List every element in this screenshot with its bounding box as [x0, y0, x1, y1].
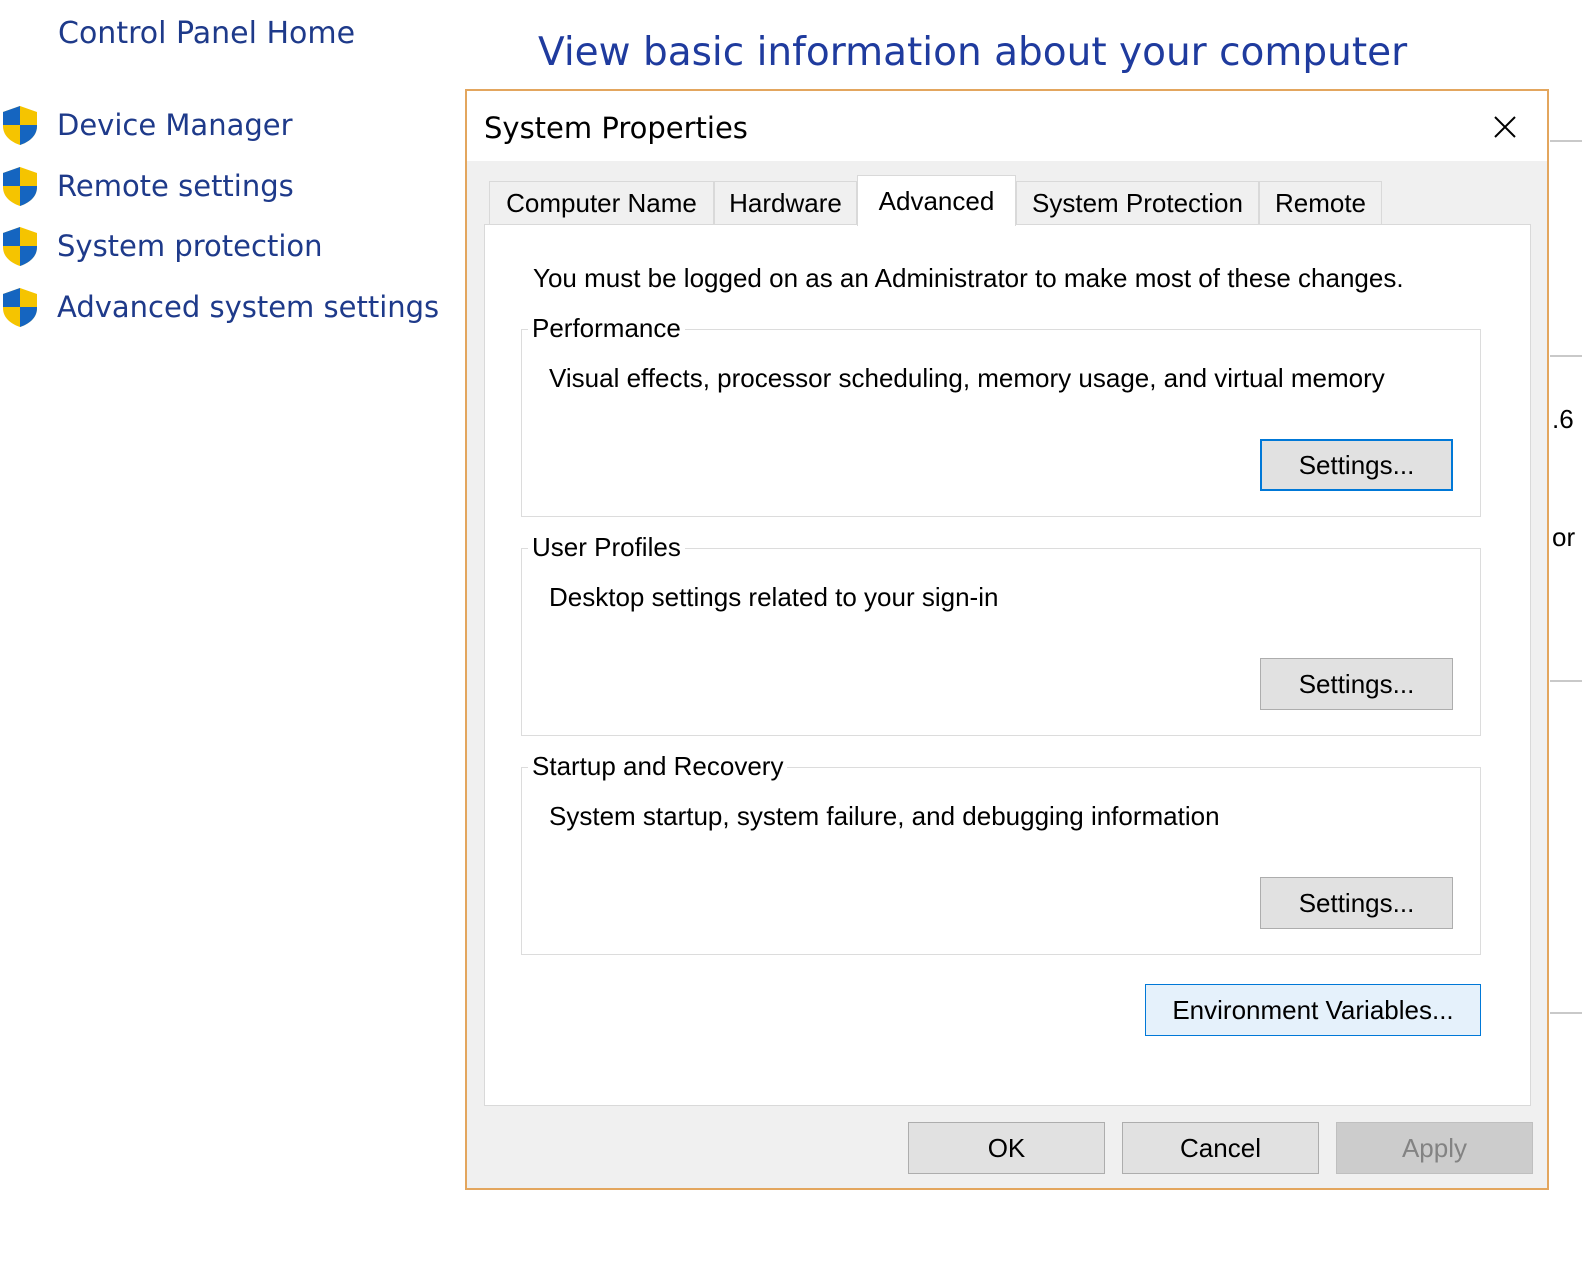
startup-recovery-settings-button[interactable]: Settings... — [1260, 877, 1453, 929]
admin-note: You must be logged on as an Administrato… — [533, 263, 1404, 293]
sidebar-item-advanced-system-settings[interactable]: Advanced system settings — [0, 285, 439, 329]
startup-recovery-group: Startup and Recovery System startup, sys… — [521, 751, 1481, 955]
tab-system-protection[interactable]: System Protection — [1016, 181, 1259, 225]
background-divider — [1550, 680, 1582, 682]
sidebar-item-system-protection[interactable]: System protection — [0, 224, 323, 268]
cancel-button[interactable]: Cancel — [1122, 1122, 1319, 1174]
background-divider — [1550, 355, 1582, 357]
background-divider — [1550, 1012, 1582, 1014]
performance-settings-button[interactable]: Settings... — [1260, 439, 1453, 491]
background-text-fragment: or — [1552, 522, 1576, 552]
tab-hardware[interactable]: Hardware — [714, 181, 857, 225]
sidebar-item-remote-settings[interactable]: Remote settings — [0, 164, 294, 208]
user-profiles-settings-button[interactable]: Settings... — [1260, 658, 1453, 710]
advanced-tab-panel: You must be logged on as an Administrato… — [484, 224, 1531, 1106]
ok-button[interactable]: OK — [908, 1122, 1105, 1174]
tab-advanced[interactable]: Advanced — [857, 175, 1016, 226]
sidebar-item-label: System protection — [57, 229, 323, 263]
performance-group: Performance Visual effects, processor sc… — [521, 313, 1481, 517]
tab-computer-name[interactable]: Computer Name — [489, 181, 714, 225]
uac-shield-icon — [3, 106, 37, 145]
tab-remote[interactable]: Remote — [1259, 181, 1382, 225]
background-divider — [1550, 140, 1582, 142]
close-icon — [1494, 116, 1516, 138]
user-profiles-group: User Profiles Desktop settings related t… — [521, 532, 1481, 736]
sidebar-item-label: Remote settings — [57, 169, 294, 203]
group-label: Performance — [528, 313, 685, 344]
group-description: Desktop settings related to your sign-in — [549, 582, 999, 612]
group-label: User Profiles — [528, 532, 685, 563]
background-text-fragment: .6 — [1552, 404, 1574, 434]
group-description: System startup, system failure, and debu… — [549, 801, 1220, 831]
environment-variables-button[interactable]: Environment Variables... — [1145, 984, 1481, 1036]
apply-button[interactable]: Apply — [1336, 1122, 1533, 1174]
group-description: Visual effects, processor scheduling, me… — [549, 363, 1385, 393]
sidebar-item-device-manager[interactable]: Device Manager — [0, 103, 293, 147]
sidebar-item-label: Device Manager — [57, 108, 293, 142]
control-panel-home-link[interactable]: Control Panel Home — [58, 16, 355, 51]
close-button[interactable] — [1477, 105, 1533, 149]
sidebar-item-label: Advanced system settings — [57, 290, 440, 324]
system-properties-dialog: System Properties Computer Name Hardware… — [465, 89, 1549, 1190]
group-label: Startup and Recovery — [528, 751, 788, 782]
page-title: View basic information about your comput… — [538, 30, 1408, 75]
uac-shield-icon — [3, 167, 37, 206]
dialog-titlebar[interactable]: System Properties — [467, 91, 1547, 161]
uac-shield-icon — [3, 227, 37, 266]
dialog-title: System Properties — [484, 111, 748, 145]
uac-shield-icon — [3, 288, 37, 327]
